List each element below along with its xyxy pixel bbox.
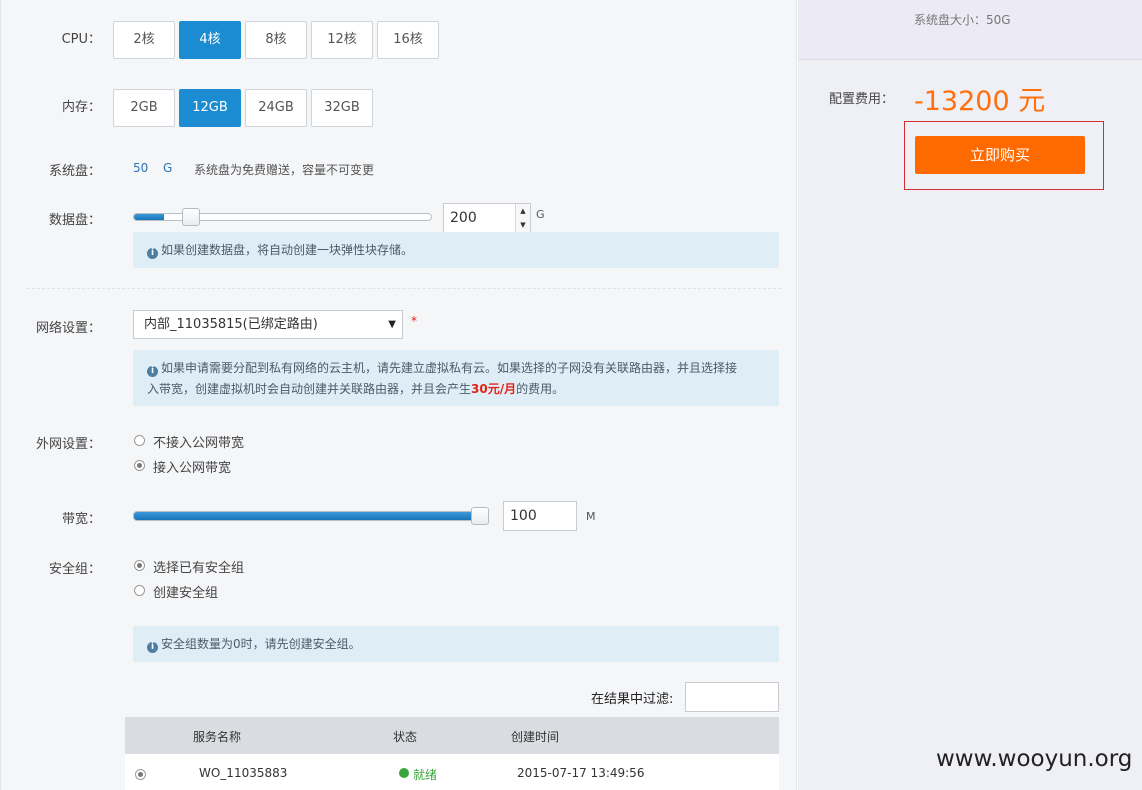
info-icon: i — [147, 642, 158, 653]
security-group-tip: i 安全组数量为0时，请先创建安全组。 — [133, 626, 779, 662]
public-network-label: 外网设置： — [35, 437, 101, 452]
data-disk-label: 数据盘： — [48, 213, 101, 228]
table-header: 服务名称 状态 创建时间 — [125, 717, 779, 754]
memory-option-24gb[interactable]: 24GB — [245, 89, 307, 127]
config-panel: CPU： 2核 4核 8核 12核 16核 内存： 2GB 12GB 24GB … — [0, 0, 797, 790]
data-disk-slider-track[interactable] — [133, 213, 432, 221]
required-mark: * — [411, 314, 417, 328]
bandwidth-slider-handle[interactable] — [471, 507, 489, 525]
spinner-down-icon[interactable]: ▼ — [516, 218, 530, 232]
security-group-tip-text: 安全组数量为0时，请先创建安全组。 — [161, 637, 361, 651]
system-disk-summary: 系统盘大小：50G — [914, 13, 1011, 27]
info-icon: i — [147, 248, 158, 259]
data-disk-size-input[interactable]: 200 ▲ ▼ — [443, 203, 531, 233]
system-disk-unit: G — [163, 161, 173, 175]
column-header-created[interactable]: 创建时间 — [511, 728, 559, 745]
cpu-option-16[interactable]: 16核 — [377, 21, 439, 59]
network-tip-line2-end: 的费用。 — [516, 382, 565, 396]
network-tip-line2: 入带宽，创建虚拟机时会自动创建并关联路由器，并且会产生 — [147, 382, 472, 396]
row-created-time: 2015-07-17 13:49:56 — [517, 766, 645, 780]
cpu-option-12[interactable]: 12核 — [311, 21, 373, 59]
network-tip: i 如果申请需要分配到私有网络的云主机，请先建立虚拟私有云。如果选择的子网没有关联… — [133, 350, 779, 406]
memory-option-12gb[interactable]: 12GB — [179, 89, 241, 127]
bandwidth-label: 带宽： — [61, 512, 101, 527]
filter-input[interactable] — [685, 682, 779, 712]
network-select[interactable]: 内部_11035815(已绑定路由) ▼ — [133, 310, 403, 339]
system-disk-label: 系统盘： — [48, 164, 101, 179]
network-label: 网络设置： — [35, 321, 101, 336]
data-disk-size-value: 200 — [450, 210, 477, 226]
column-header-status[interactable]: 状态 — [393, 728, 417, 745]
cpu-option-2[interactable]: 2核 — [113, 21, 175, 59]
bandwidth-slider-fill — [134, 512, 488, 520]
cpu-option-8[interactable]: 8核 — [245, 21, 307, 59]
security-group-option-existing[interactable]: 选择已有安全组 — [153, 557, 244, 576]
data-disk-unit: G — [536, 208, 545, 221]
data-disk-tip: i 如果创建数据盘，将自动创建一块弹性块存储。 — [133, 232, 779, 268]
public-network-radio-bandwidth[interactable] — [134, 460, 145, 471]
public-network-radio-none[interactable] — [134, 435, 145, 446]
summary-sidebar: 系统盘大小：50G 配置费用： -13200 元 立即购买 — [798, 0, 1142, 790]
watermark: www.wooyun.org — [936, 746, 1133, 772]
public-network-option-bandwidth[interactable]: 接入公网带宽 — [153, 457, 231, 476]
memory-option-2gb[interactable]: 2GB — [113, 89, 175, 127]
memory-label: 内存： — [61, 100, 101, 115]
info-icon: i — [147, 366, 158, 377]
status-dot-icon — [399, 768, 409, 778]
data-disk-tip-text: 如果创建数据盘，将自动创建一块弹性块存储。 — [161, 243, 414, 257]
row-status: 就绪 — [413, 768, 438, 782]
security-group-radio-create[interactable] — [134, 585, 145, 596]
bandwidth-input[interactable]: 100 — [503, 501, 577, 531]
cpu-option-4[interactable]: 4核 — [179, 21, 241, 59]
system-disk-size: 50 — [133, 161, 149, 175]
cpu-label: CPU： — [61, 32, 101, 47]
spinner-up-icon[interactable]: ▲ — [516, 204, 530, 218]
bandwidth-slider-track[interactable] — [133, 511, 489, 521]
security-group-radio-existing[interactable] — [134, 560, 145, 571]
row-service-name: WO_11035883 — [199, 766, 288, 780]
data-disk-slider-fill — [134, 214, 164, 220]
chevron-down-icon: ▼ — [388, 319, 396, 330]
data-disk-spinner[interactable]: ▲ ▼ — [515, 204, 530, 232]
public-network-option-none[interactable]: 不接入公网带宽 — [153, 432, 244, 451]
row-select-radio[interactable] — [135, 769, 146, 780]
column-header-service-name[interactable]: 服务名称 — [193, 728, 241, 745]
fee-label: 配置费用： — [829, 92, 895, 107]
fee-value: -13200 元 — [914, 86, 1046, 117]
data-disk-slider-handle[interactable] — [182, 208, 201, 226]
table-row[interactable]: WO_11035883 就绪 2015-07-17 13:49:56 — [125, 754, 779, 790]
security-group-label: 安全组： — [48, 562, 101, 577]
network-select-value: 内部_11035815(已绑定路由) — [144, 317, 318, 332]
network-tip-price: 30元/月 — [471, 382, 517, 396]
system-disk-note: 系统盘为免费赠送，容量不可变更 — [194, 163, 375, 177]
section-divider — [27, 288, 781, 289]
network-tip-line1: 如果申请需要分配到私有网络的云主机，请先建立虚拟私有云。如果选择的子网没有关联路… — [161, 361, 738, 375]
security-group-option-create[interactable]: 创建安全组 — [153, 582, 218, 601]
memory-option-32gb[interactable]: 32GB — [311, 89, 373, 127]
bandwidth-unit: M — [586, 510, 596, 523]
buy-now-button[interactable]: 立即购买 — [915, 136, 1085, 174]
filter-label: 在结果中过滤: — [591, 692, 674, 707]
summary-top: 系统盘大小：50G — [798, 0, 1142, 60]
